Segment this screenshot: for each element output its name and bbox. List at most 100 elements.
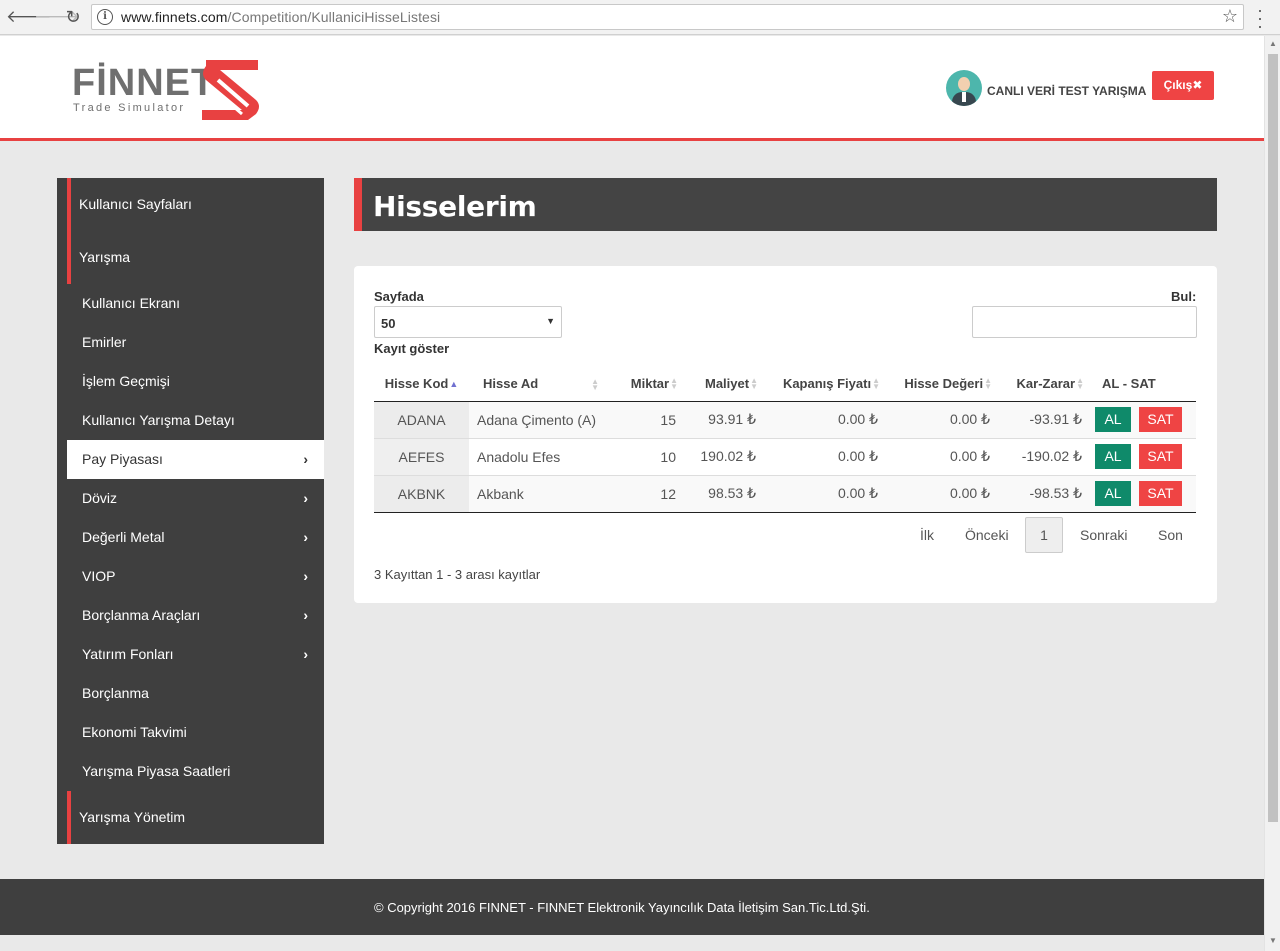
- column-header-cost[interactable]: Maliyet▲ ▼: [684, 366, 764, 402]
- cell-close: 0.00 ₺: [764, 475, 886, 513]
- table-row: AEFES Anadolu Efes 10 190.02 ₺ 0.00 ₺ 0.…: [374, 438, 1196, 476]
- reload-icon[interactable]: ↻: [62, 6, 84, 28]
- sidebar-item-viop[interactable]: VIOP ›: [57, 557, 324, 596]
- pagination-last[interactable]: Son: [1158, 527, 1183, 543]
- cell-value: 0.00 ₺: [886, 475, 998, 513]
- column-header-close[interactable]: Kapanış Fiyatı▲ ▼: [764, 366, 886, 402]
- chevron-right-icon: ›: [303, 607, 308, 623]
- holdings-panel: Sayfada 50 ▼ Kayıt göster Bul: Hisse Kod…: [354, 266, 1217, 603]
- sidebar-item-label: Değerli Metal: [82, 529, 165, 545]
- sidebar-item-label: Döviz: [82, 490, 118, 506]
- pagination-current-page[interactable]: 1: [1025, 517, 1063, 553]
- browser-toolbar: 🡐 🡒 ↻ i www.finnets.com/Competition/Kull…: [0, 0, 1280, 35]
- logo-text: FİNNET: [72, 62, 216, 104]
- column-header-name[interactable]: Hisse Ad ▲ ▼: [469, 366, 609, 402]
- pagination-next[interactable]: Sonraki: [1080, 527, 1127, 543]
- chevron-right-icon: ›: [303, 451, 308, 467]
- scroll-up-arrow-icon[interactable]: ▲: [1269, 39, 1277, 48]
- column-header-actions: AL - SAT: [1090, 366, 1196, 402]
- back-arrow-icon[interactable]: 🡐: [6, 6, 52, 28]
- buy-button[interactable]: AL: [1095, 444, 1131, 469]
- column-header-label: Hisse Ad: [483, 375, 539, 391]
- column-header-label: Miktar: [630, 375, 670, 391]
- column-header-code[interactable]: Hisse Kod▲: [374, 366, 469, 402]
- cell-value: 0.00 ₺: [886, 438, 998, 476]
- site-footer: © Copyright 2016 FINNET - FINNET Elektro…: [0, 879, 1264, 935]
- cell-pnl: -190.02 ₺: [998, 438, 1090, 476]
- page-size-select[interactable]: 50 ▼: [374, 306, 562, 338]
- column-header-qty[interactable]: Miktar▲ ▼: [609, 366, 684, 402]
- sidebar-item-label: Borçlanma Araçları: [82, 607, 201, 623]
- pagination-prev[interactable]: Önceki: [965, 527, 1009, 543]
- sell-button[interactable]: SAT: [1139, 407, 1182, 432]
- sidebar-item-label: Ekonomi Takvimi: [82, 724, 187, 740]
- logout-label: Çıkış: [1163, 78, 1193, 92]
- sidebar-section-competition-admin[interactable]: Yarışma Yönetim: [57, 791, 324, 844]
- sell-button[interactable]: SAT: [1139, 481, 1182, 506]
- sidebar-item-forex[interactable]: Döviz ›: [57, 479, 324, 518]
- search-label: Bul:: [1171, 289, 1197, 304]
- search-input[interactable]: [972, 306, 1197, 338]
- sidebar-item-transaction-history[interactable]: İşlem Geçmişi: [57, 362, 324, 401]
- sidebar-item-economic-calendar[interactable]: Ekonomi Takvimi: [57, 713, 324, 752]
- chevron-right-icon: ›: [303, 646, 308, 662]
- sidebar-item-competition-detail[interactable]: Kullanıcı Yarışma Detayı: [57, 401, 324, 440]
- scroll-down-arrow-icon[interactable]: ▼: [1269, 936, 1277, 945]
- column-header-label: AL - SAT: [1102, 375, 1156, 391]
- logout-button[interactable]: Çıkış✖: [1152, 71, 1214, 100]
- sidebar-item-label: İşlem Geçmişi: [82, 373, 170, 389]
- chevron-right-icon: ›: [303, 490, 308, 506]
- sidebar-section-user-pages[interactable]: Kullanıcı Sayfaları: [57, 178, 324, 231]
- sidebar-item-user-screen[interactable]: Kullanıcı Ekranı: [57, 284, 324, 323]
- column-header-label: Maliyet: [705, 375, 750, 391]
- chevron-right-icon: ›: [303, 568, 308, 584]
- page-title: Hisselerim: [373, 190, 537, 223]
- cell-actions: AL SAT: [1090, 438, 1196, 476]
- column-header-pnl[interactable]: Kar-Zarar▲ ▼: [998, 366, 1090, 402]
- cell-code: AEFES: [374, 438, 469, 476]
- table-row: ADANA Adana Çimento (A) 15 93.91 ₺ 0.00 …: [374, 401, 1196, 439]
- sort-icon: ▲ ▼: [670, 376, 678, 392]
- sort-icon: ▲ ▼: [1076, 376, 1084, 392]
- buy-button[interactable]: AL: [1095, 481, 1131, 506]
- sidebar-item-label: VIOP: [82, 568, 116, 584]
- avatar[interactable]: [946, 70, 982, 106]
- browser-menu-icon[interactable]: · · ·: [1252, 1, 1268, 35]
- sidebar-item-precious-metals[interactable]: Değerli Metal ›: [57, 518, 324, 557]
- sidebar-item-label: Emirler: [82, 334, 127, 350]
- pagination-first[interactable]: İlk: [920, 527, 934, 543]
- sidebar-item-borrowing[interactable]: Borçlanma: [57, 674, 324, 713]
- column-header-label: Hisse Değeri: [904, 375, 984, 391]
- page-scrollbar[interactable]: ▲ ▼: [1264, 36, 1280, 951]
- finnet-logo[interactable]: FİNNET Trade Simulator: [72, 64, 215, 114]
- sidebar-item-debt-instruments[interactable]: Borçlanma Araçları ›: [57, 596, 324, 635]
- scrollbar-thumb[interactable]: [1268, 54, 1278, 822]
- address-bar[interactable]: i www.finnets.com/Competition/KullaniciH…: [91, 4, 1244, 30]
- column-header-value[interactable]: Hisse Değeri▲ ▼: [886, 366, 998, 402]
- cell-actions: AL SAT: [1090, 401, 1196, 439]
- sidebar-section-competition[interactable]: Yarışma: [57, 231, 324, 284]
- sidebar-item-orders[interactable]: Emirler: [57, 323, 324, 362]
- sidebar-item-label: Pay Piyasası: [82, 451, 163, 467]
- holdings-table: Hisse Kod▲ Hisse Ad ▲ ▼ Miktar▲ ▼ Maliyet▲ ▼…: [374, 366, 1196, 513]
- sidebar-item-label: Yarışma Piyasa Saatleri: [82, 763, 231, 779]
- cell-actions: AL SAT: [1090, 475, 1196, 513]
- bookmark-star-icon[interactable]: ☆: [1222, 6, 1238, 27]
- sell-button[interactable]: SAT: [1139, 444, 1182, 469]
- sidebar-item-label: Borçlanma: [82, 685, 149, 701]
- column-header-label: Kar-Zarar: [1016, 375, 1076, 391]
- copyright-text: © Copyright 2016 FINNET - FINNET Elektro…: [374, 900, 870, 915]
- site-header: FİNNET Trade Simulator CANLI VERİ TEST Y…: [0, 36, 1264, 141]
- finnet-logo-mark-icon: [202, 60, 259, 120]
- sidebar-item-label: Kullanıcı Ekranı: [82, 295, 181, 311]
- sidebar-item-investment-funds[interactable]: Yatırım Fonları ›: [57, 635, 324, 674]
- sidebar-item-equity-market[interactable]: Pay Piyasası ›: [67, 440, 324, 479]
- cell-close: 0.00 ₺: [764, 401, 886, 439]
- forward-arrow-icon[interactable]: 🡒: [34, 6, 80, 28]
- info-icon[interactable]: i: [97, 9, 113, 25]
- sidebar-item-market-hours[interactable]: Yarışma Piyasa Saatleri: [57, 752, 324, 791]
- records-info: 3 Kayıttan 1 - 3 arası kayıtlar: [374, 567, 541, 582]
- buy-button[interactable]: AL: [1095, 407, 1131, 432]
- sidebar-section-label: Yarışma: [79, 249, 131, 265]
- cell-name: Adana Çimento (A): [469, 401, 609, 439]
